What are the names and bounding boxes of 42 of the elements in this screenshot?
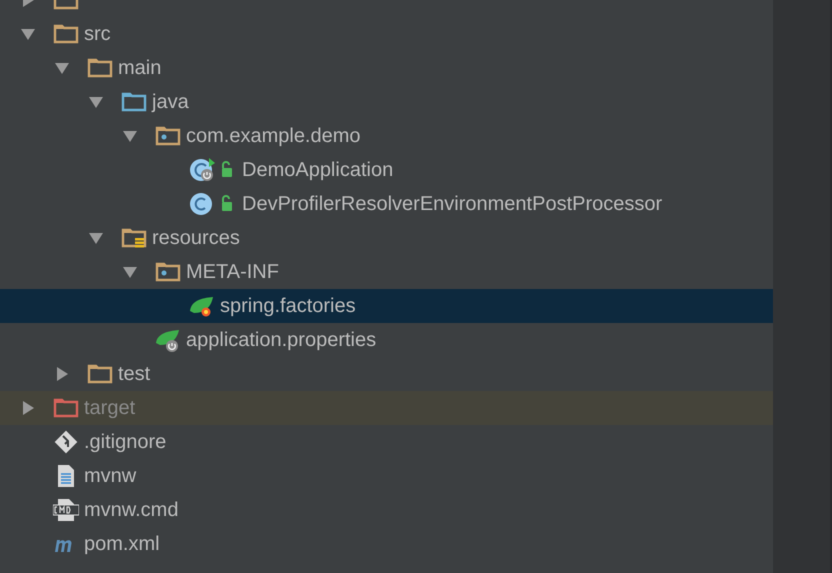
tree-row[interactable]: mvnw.cmd bbox=[0, 493, 773, 527]
tree-row[interactable]: pom.xml bbox=[0, 527, 773, 561]
item-name: mvnw.cmd bbox=[84, 498, 178, 522]
item-name: pom.xml bbox=[84, 532, 160, 556]
item-name: main bbox=[118, 56, 162, 80]
collapse-arrow-icon[interactable] bbox=[20, 26, 36, 42]
tree-row[interactable]: test bbox=[0, 357, 773, 391]
item-name: target bbox=[84, 396, 136, 420]
collapse-arrow-icon[interactable] bbox=[122, 264, 138, 280]
tree-row[interactable]: DemoApplication bbox=[0, 153, 773, 187]
item-name: resources bbox=[152, 226, 240, 250]
item-name: test bbox=[118, 362, 150, 386]
tree-row[interactable]: resources bbox=[0, 221, 773, 255]
tree-row[interactable]: com.example.demo bbox=[0, 119, 773, 153]
tree-row[interactable]: META-INF bbox=[0, 255, 773, 289]
item-name: application.properties bbox=[186, 328, 376, 352]
collapse-arrow-icon[interactable] bbox=[88, 94, 104, 110]
collapse-arrow-icon[interactable] bbox=[88, 230, 104, 246]
expand-arrow-icon[interactable] bbox=[20, 400, 36, 416]
tree-row[interactable]: DevProfilerResolverEnvironmentPostProcessor bbox=[0, 187, 773, 221]
tree-row[interactable]: .gitignore bbox=[0, 425, 773, 459]
expand-arrow-icon[interactable] bbox=[54, 366, 70, 382]
tree-row[interactable]: application.properties bbox=[0, 323, 773, 357]
item-name: src bbox=[84, 22, 111, 46]
item-name: DevProfilerResolverEnvironmentPostProcessor bbox=[242, 192, 662, 216]
tree-row[interactable]: mvnw bbox=[0, 459, 773, 493]
collapse-arrow-icon[interactable] bbox=[54, 60, 70, 76]
item-name: DemoApplication bbox=[242, 158, 394, 182]
item-name: com.example.demo bbox=[186, 124, 361, 148]
item-name: META-INF bbox=[186, 260, 279, 284]
item-name: mvnw bbox=[84, 464, 136, 488]
item-name: .gitignore bbox=[84, 430, 166, 454]
tree-row[interactable]: spring.factories bbox=[0, 289, 773, 323]
spring-file-icon bbox=[155, 327, 181, 353]
tree-row[interactable]: java bbox=[0, 85, 773, 119]
tree-row[interactable]: src bbox=[0, 17, 773, 51]
tree-row[interactable]: target bbox=[0, 391, 773, 425]
tree-row[interactable]: main bbox=[0, 51, 773, 85]
cmd-file-icon bbox=[53, 497, 79, 523]
item-name: java bbox=[152, 90, 189, 114]
item-name: spring.factories bbox=[220, 294, 356, 318]
collapse-arrow-icon[interactable] bbox=[122, 128, 138, 144]
